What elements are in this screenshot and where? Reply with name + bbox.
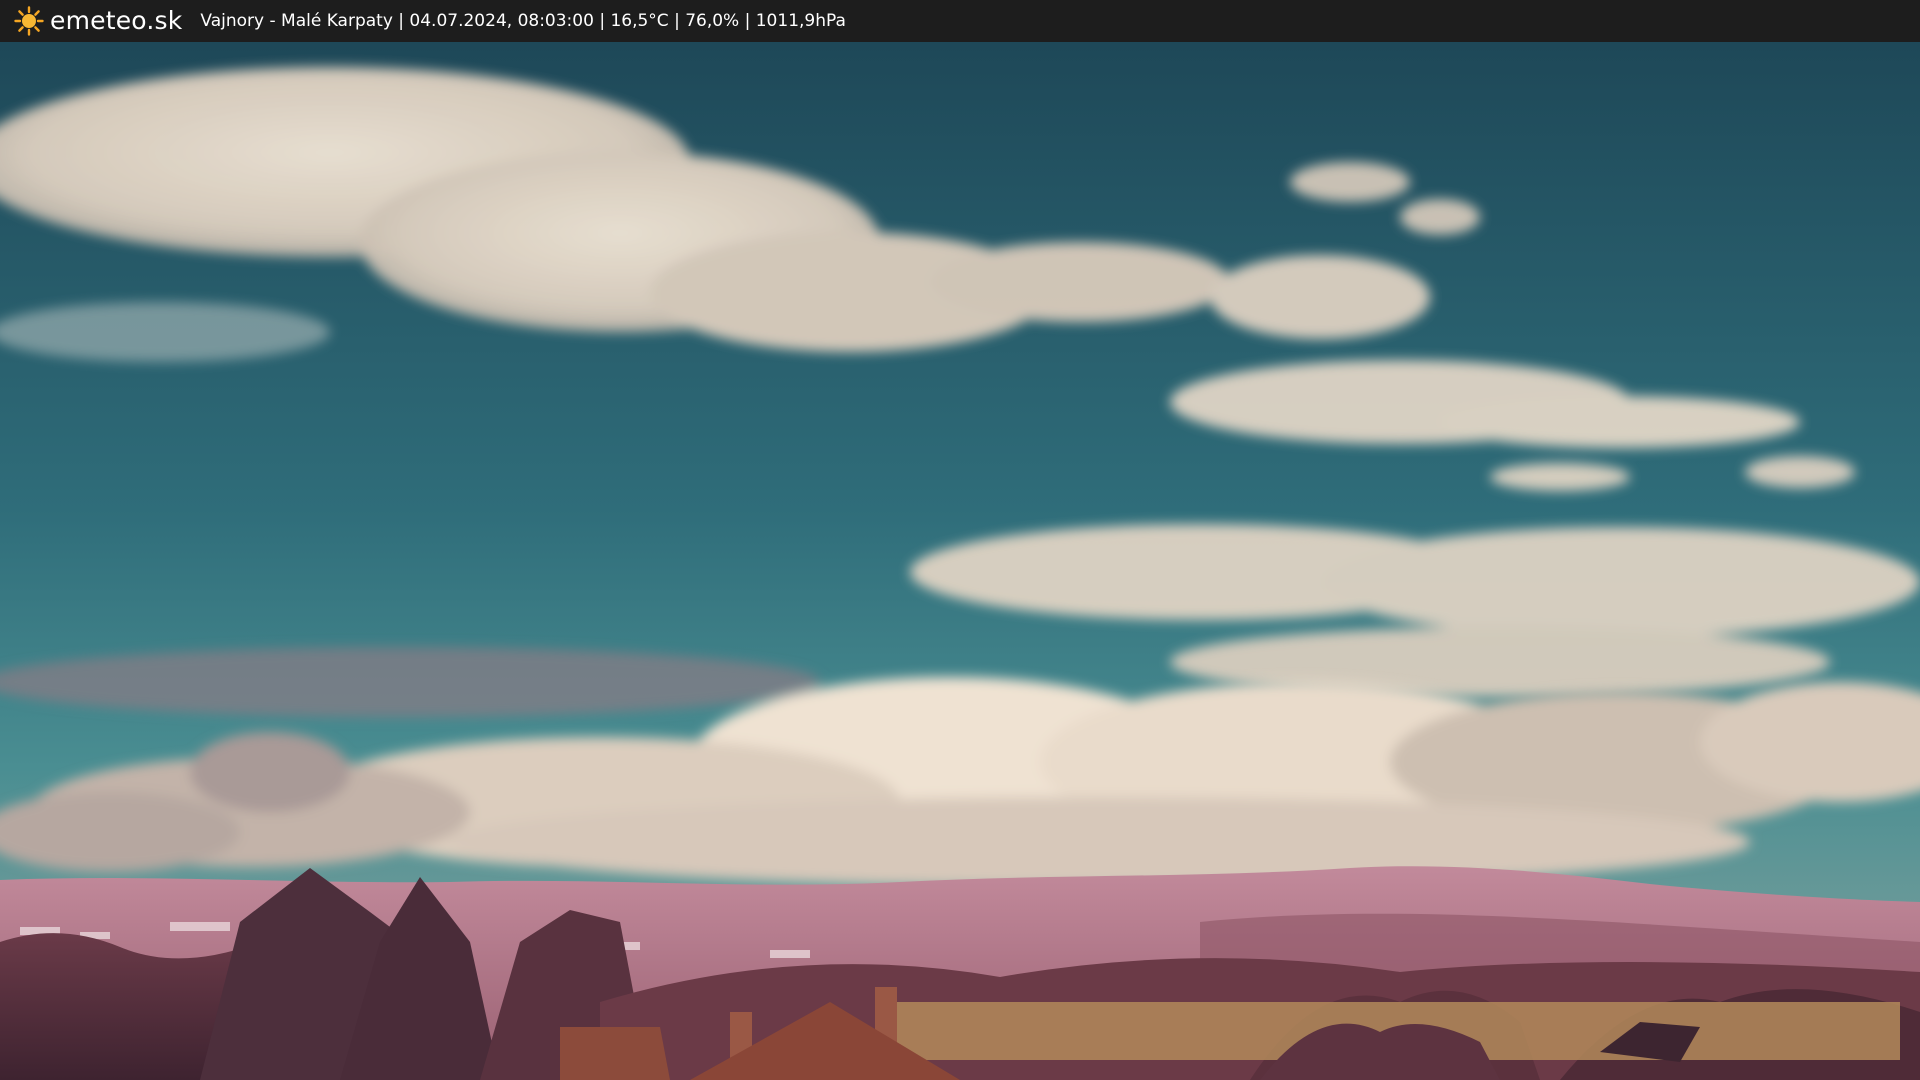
- site-logo[interactable]: emeteo.sk: [14, 0, 182, 42]
- landscape-scene: [0, 42, 1920, 1080]
- sun-icon: [14, 6, 44, 36]
- caption-bar: emeteo.sk Vajnory - Malé Karpaty | 04.07…: [0, 0, 1920, 42]
- logo-text: emeteo.sk: [50, 6, 183, 35]
- webcam-image: [0, 42, 1920, 1080]
- webcam-frame: emeteo.sk Vajnory - Malé Karpaty | 04.07…: [0, 0, 1920, 1080]
- webcam-caption: Vajnory - Malé Karpaty | 04.07.2024, 08:…: [200, 11, 846, 31]
